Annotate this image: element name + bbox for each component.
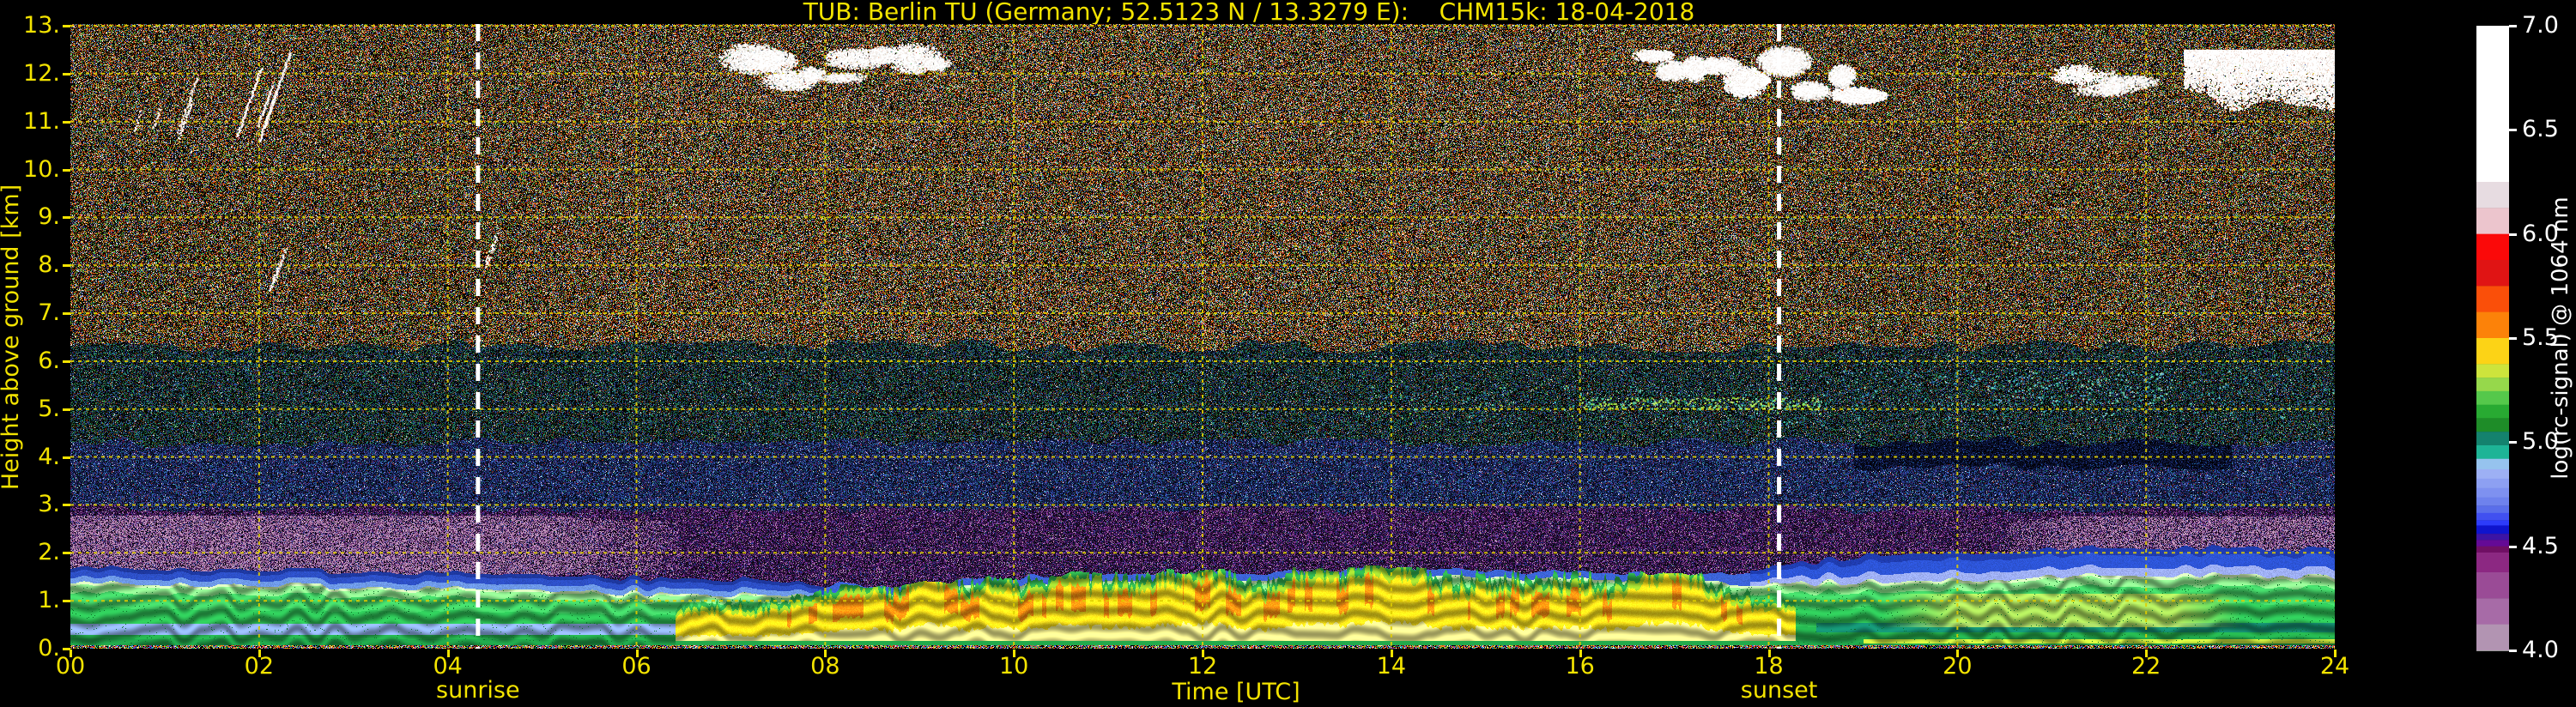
y-tick-mark: [63, 168, 70, 172]
y-tick-label: 3.: [38, 491, 60, 518]
x-tick-label: 00: [55, 653, 86, 680]
x-tick-mark: [1767, 650, 1771, 657]
x-axis-label: Time [UTC]: [1172, 679, 1300, 705]
colorbar-tick-label: 4.0: [2522, 637, 2559, 663]
x-tick-label: 10: [998, 653, 1029, 680]
y-tick-label: 8.: [38, 251, 60, 279]
x-tick-label: 16: [1565, 653, 1595, 680]
chart-title: TUB: Berlin TU (Germany; 52.5123 N / 13.…: [803, 0, 1695, 26]
y-tick-mark: [63, 456, 70, 459]
sunrise-label: sunrise: [436, 677, 520, 704]
x-tick-label: 20: [1943, 653, 1973, 680]
figure: TUB: Berlin TU (Germany; 52.5123 N / 13.…: [0, 0, 2576, 707]
colorbar-tick-mark: [2509, 650, 2517, 652]
y-tick-mark: [63, 600, 70, 603]
x-tick-label: 18: [1754, 653, 1784, 680]
x-tick-mark: [635, 650, 639, 657]
x-tick-mark: [2145, 650, 2149, 657]
colorbar-tick-mark: [2509, 25, 2517, 27]
y-tick-mark: [63, 360, 70, 363]
x-tick-mark: [258, 650, 261, 657]
y-tick-mark: [63, 120, 70, 124]
colorbar-tick-label: 6.5: [2522, 116, 2559, 143]
x-tick-label: 08: [810, 653, 840, 680]
y-tick-mark: [63, 552, 70, 555]
x-tick-mark: [1579, 650, 1582, 657]
x-tick-label: 14: [1376, 653, 1407, 680]
x-tick-label: 12: [1187, 653, 1218, 680]
sunset-label: sunset: [1740, 677, 1818, 704]
x-tick-mark: [824, 650, 827, 657]
y-tick-label: 0.: [38, 635, 60, 662]
x-tick-mark: [1202, 650, 1204, 657]
colorbar-tick-mark: [2509, 129, 2517, 132]
y-tick-label: 2.: [38, 539, 60, 566]
y-axis-label: Height above ground [km]: [0, 184, 24, 491]
x-tick-mark: [1956, 650, 1960, 657]
x-tick-label: 02: [244, 653, 275, 680]
x-tick-mark: [2334, 650, 2337, 657]
y-tick-label: 7.: [38, 299, 60, 327]
ceilometer-heatmap-canvas: [70, 24, 2335, 649]
colorbar-tick-label: 4.5: [2522, 532, 2559, 559]
y-tick-mark: [63, 24, 70, 27]
y-tick-label: 10.: [23, 155, 60, 183]
colorbar-label: log(rc-signal) @ 1064 nm: [2548, 196, 2573, 480]
x-tick-label: 04: [433, 653, 463, 680]
y-tick-label: 5.: [38, 395, 60, 422]
colorbar-tick-mark: [2509, 545, 2517, 548]
y-tick-mark: [63, 264, 70, 268]
colorbar-tick-mark: [2509, 233, 2517, 236]
x-tick-mark: [446, 650, 450, 657]
colorbar-tick-label: 7.0: [2522, 12, 2559, 39]
colorbar-tick-mark: [2509, 441, 2517, 444]
y-tick-mark: [63, 72, 70, 76]
x-tick-label: 22: [2131, 653, 2161, 680]
y-tick-label: 13.: [23, 11, 60, 39]
x-tick-mark: [70, 650, 72, 657]
y-tick-label: 6.: [38, 347, 60, 374]
y-tick-label: 12.: [23, 59, 60, 87]
colorbar-canvas: [2476, 26, 2509, 651]
y-tick-mark: [63, 408, 70, 411]
x-tick-label: 06: [621, 653, 652, 680]
x-tick-mark: [1390, 650, 1393, 657]
x-tick-mark: [1013, 650, 1016, 657]
colorbar-tick-mark: [2509, 337, 2517, 340]
y-tick-label: 9.: [38, 203, 60, 231]
y-tick-mark: [63, 312, 70, 316]
y-tick-mark: [63, 504, 70, 507]
y-tick-label: 4.: [38, 443, 60, 470]
y-tick-label: 1.: [38, 587, 60, 614]
y-tick-label: 11.: [23, 107, 60, 135]
y-tick-mark: [63, 216, 70, 220]
x-tick-label: 24: [2319, 653, 2350, 680]
